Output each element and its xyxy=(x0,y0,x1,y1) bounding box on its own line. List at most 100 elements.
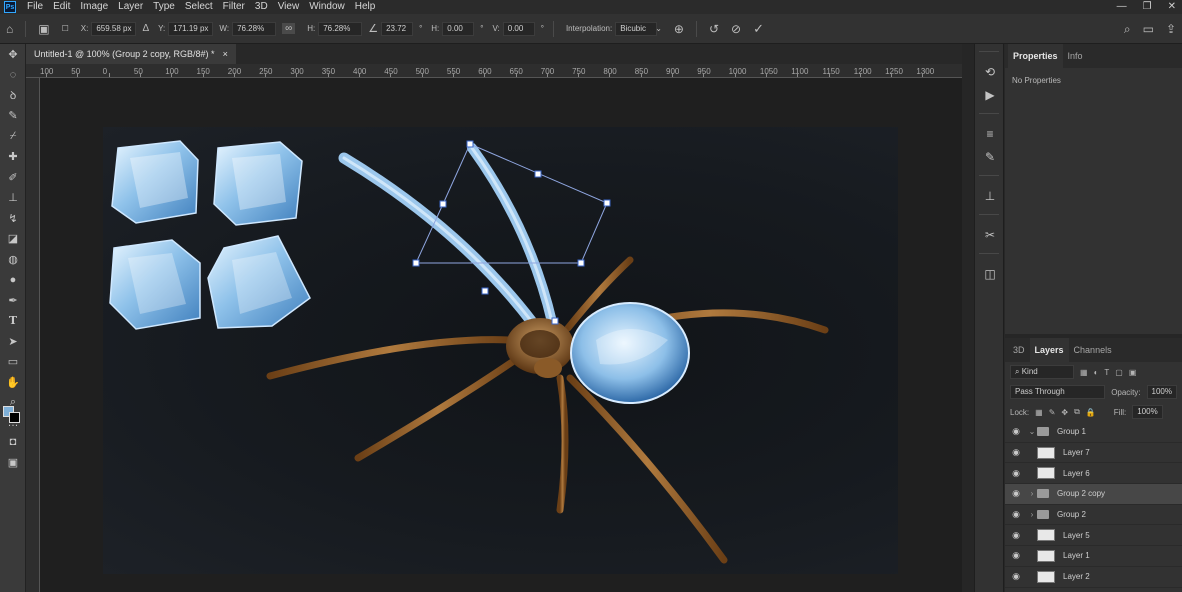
layer-row[interactable]: ◉ ⌄ Group 1 xyxy=(1005,422,1182,443)
layer-row[interactable]: ◉ Layer 1 xyxy=(1005,546,1182,567)
tab-info[interactable]: Info xyxy=(1063,44,1088,68)
lock-artboard-icon[interactable]: ⧉ xyxy=(1074,407,1080,417)
transform-handle[interactable] xyxy=(481,287,489,295)
layer-row[interactable]: ◉ Layer 2 xyxy=(1005,567,1182,588)
reference-point-icon[interactable]: ▣ xyxy=(38,22,49,36)
menu-select[interactable]: Select xyxy=(180,0,218,14)
quick-selection-tool-icon[interactable]: ✎ xyxy=(0,106,26,127)
marquee-tool-icon[interactable]: ◌ xyxy=(0,65,26,86)
lock-transparent-icon[interactable]: ▦ xyxy=(1035,408,1043,417)
menu-file[interactable]: File xyxy=(22,0,48,14)
brush-tool-icon[interactable]: ✐ xyxy=(0,167,26,188)
undo-icon[interactable]: ↺ xyxy=(709,22,719,36)
filter-shape-icon[interactable]: ▢ xyxy=(1115,368,1123,377)
visibility-eye-icon[interactable]: ◉ xyxy=(1005,530,1027,541)
layer-row[interactable]: ◉ Layer 6 xyxy=(1005,463,1182,485)
panel-collapse-strip[interactable] xyxy=(962,44,974,592)
opacity-field[interactable]: 100% xyxy=(1146,385,1177,399)
x-field[interactable]: 659.58 px xyxy=(91,21,137,36)
menu-filter[interactable]: Filter xyxy=(218,0,250,14)
angle-field[interactable]: 23.72 xyxy=(381,21,414,36)
visibility-eye-icon[interactable]: ◉ xyxy=(1005,571,1027,582)
filter-adjustment-icon[interactable]: ◐ xyxy=(1094,368,1099,377)
visibility-eye-icon[interactable]: ◉ xyxy=(1005,426,1027,437)
y-field[interactable]: 171.19 px xyxy=(168,21,214,36)
blend-mode-select[interactable]: Pass Through xyxy=(1010,385,1106,399)
visibility-eye-icon[interactable]: ◉ xyxy=(1005,468,1027,479)
tab-properties[interactable]: Properties xyxy=(1008,44,1063,68)
filter-smart-object-icon[interactable]: ▣ xyxy=(1129,368,1137,377)
menu-3d[interactable]: 3D xyxy=(250,0,273,14)
toggle-reference-icon[interactable]: ☐ xyxy=(62,24,69,33)
visibility-eye-icon[interactable]: ◉ xyxy=(1005,550,1027,561)
lock-position-icon[interactable]: ✥ xyxy=(1061,408,1068,417)
tool-presets-icon[interactable]: ✂ xyxy=(975,223,1005,246)
layer-row[interactable]: ◉ Layer 5 xyxy=(1005,525,1182,547)
canvas-workspace[interactable] xyxy=(40,78,962,592)
close-icon[interactable]: ✕ xyxy=(1168,0,1176,14)
layer-row[interactable]: ◉ › Group 2 xyxy=(1005,505,1182,526)
adjustments-icon[interactable]: ≡ xyxy=(975,122,1005,145)
screen-mode-icon[interactable]: ▣ xyxy=(0,452,26,473)
visibility-eye-icon[interactable]: ◉ xyxy=(1005,488,1027,499)
history-brush-tool-icon[interactable]: ↯ xyxy=(0,208,26,229)
cancel-icon[interactable]: ⊘ xyxy=(731,22,741,36)
rectangle-tool-icon[interactable]: ▭ xyxy=(0,352,26,373)
tab-channels[interactable]: Channels xyxy=(1069,338,1117,362)
visibility-eye-icon[interactable]: ◉ xyxy=(1005,447,1027,458)
chevron-right-icon[interactable]: › xyxy=(1027,489,1037,498)
document-tab[interactable]: Untitled-1 @ 100% (Group 2 copy, RGB/8#)… xyxy=(26,44,236,64)
clone-stamp-tool-icon[interactable]: ⊥ xyxy=(0,188,26,209)
lock-all-icon[interactable]: 🔒 xyxy=(1086,408,1096,417)
menu-type[interactable]: Type xyxy=(148,0,180,14)
history-icon[interactable]: ⟲ xyxy=(975,60,1005,83)
transform-handle[interactable] xyxy=(534,170,542,178)
width-field[interactable]: 76.28% xyxy=(232,21,277,36)
chevron-right-icon[interactable]: › xyxy=(1027,510,1037,519)
link-icon[interactable]: ∞ xyxy=(282,23,296,34)
hskew-field[interactable]: 0.00 xyxy=(442,21,475,36)
menu-window[interactable]: Window xyxy=(304,0,350,14)
delta-icon[interactable]: Δ xyxy=(142,23,149,34)
paint-bucket-tool-icon[interactable]: ◍ xyxy=(0,249,26,270)
eraser-tool-icon[interactable]: ◪ xyxy=(0,229,26,250)
menu-help[interactable]: Help xyxy=(350,0,381,14)
dodge-tool-icon[interactable]: ● xyxy=(0,270,26,291)
filter-type-icon[interactable]: T xyxy=(1104,368,1109,377)
clone-source-icon[interactable]: ⊥ xyxy=(975,184,1005,207)
close-tab-icon[interactable]: × xyxy=(223,44,228,64)
menu-image[interactable]: Image xyxy=(75,0,113,14)
interpolation-select[interactable]: Bicubic xyxy=(615,21,658,36)
transform-handle[interactable] xyxy=(466,140,474,148)
transform-handle[interactable] xyxy=(551,317,559,325)
menu-edit[interactable]: Edit xyxy=(48,0,75,14)
path-selection-tool-icon[interactable]: ➤ xyxy=(0,331,26,352)
restore-icon[interactable]: ❐ xyxy=(1143,0,1152,14)
fill-field[interactable]: 100% xyxy=(1132,405,1163,419)
filter-pixel-icon[interactable]: ▦ xyxy=(1080,368,1088,377)
workspace-icon[interactable]: ▭ xyxy=(1143,22,1154,37)
transform-handle[interactable] xyxy=(603,199,611,207)
visibility-eye-icon[interactable]: ◉ xyxy=(1005,509,1027,520)
commit-icon[interactable]: ✓ xyxy=(753,21,764,37)
search-icon[interactable]: ⌕ xyxy=(1124,22,1131,37)
actions-play-icon[interactable]: ▶ xyxy=(975,83,1005,106)
healing-brush-tool-icon[interactable]: ✚ xyxy=(0,147,26,168)
layer-row-selected[interactable]: ◉ › Group 2 copy xyxy=(1005,484,1182,505)
tab-3d[interactable]: 3D xyxy=(1008,338,1030,362)
share-icon[interactable]: ⇪ xyxy=(1166,22,1176,37)
brush-settings-icon[interactable]: ✎ xyxy=(975,145,1005,168)
lock-pixels-icon[interactable]: ✎ xyxy=(1049,408,1056,417)
layer-row[interactable]: ◉ Layer 7 xyxy=(1005,443,1182,464)
background-color-swatch[interactable] xyxy=(9,412,20,423)
transform-handle[interactable] xyxy=(439,200,447,208)
menu-layer[interactable]: Layer xyxy=(113,0,148,14)
vskew-field[interactable]: 0.00 xyxy=(502,21,535,36)
lasso-tool-icon[interactable]: ꝺ xyxy=(0,85,26,106)
height-field[interactable]: 76.28% xyxy=(318,21,363,36)
chevron-down-icon[interactable]: ⌄ xyxy=(1027,427,1037,436)
chevron-down-icon[interactable]: ⌄ xyxy=(655,24,662,33)
warp-icon[interactable]: ⊕ xyxy=(674,22,684,36)
transform-handle[interactable] xyxy=(412,259,420,267)
kind-filter-select[interactable]: ⌕ Kind xyxy=(1010,365,1074,379)
